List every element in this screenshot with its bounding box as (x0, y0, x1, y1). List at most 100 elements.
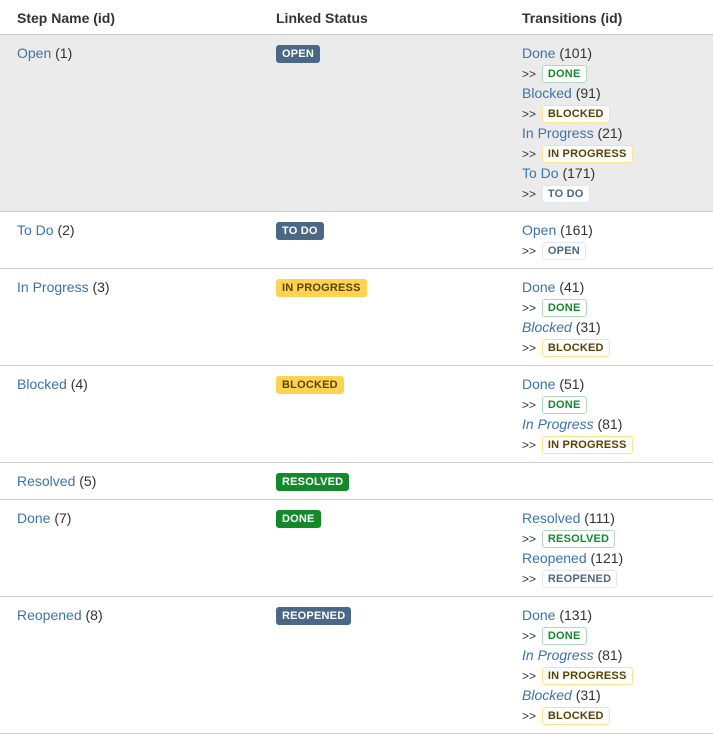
column-header-transitions: Transitions (id) (505, 0, 713, 35)
target-status-lozenge: DONE (541, 627, 587, 645)
table-row: Reopened (8) REOPENED Done (131) >> DONE In … (0, 596, 713, 734)
step-name-link[interactable]: To Do (17, 222, 54, 238)
step-id: (1) (55, 45, 73, 61)
workflow-steps-table: Step Name (id) Linked Status Transitions… (0, 0, 713, 734)
arrow-indicator: >> (522, 187, 537, 201)
transition-item: Done (101) (522, 43, 713, 63)
target-status-lozenge: IN PROGRESS (541, 145, 633, 163)
arrow-indicator: >> (522, 67, 537, 81)
step-id: (3) (92, 279, 110, 295)
transition-item: Reopened (121) (522, 548, 713, 568)
status-lozenge: OPEN (276, 45, 320, 63)
transitions-cell: Done (41) >> DONE Blocked (31) >> BLOCKED (505, 268, 713, 366)
status-lozenge: RESOLVED (276, 473, 350, 491)
transition-link[interactable]: Done (522, 376, 555, 392)
step-id: (4) (70, 376, 88, 392)
step-id: (7) (54, 510, 72, 526)
transition-id: (21) (597, 125, 623, 141)
step-name-cell: Blocked (4) (0, 365, 259, 463)
linked-status-cell: REOPENED (259, 596, 505, 734)
transitions-cell: Done (131) >> DONE In Progress (81) >> IN P… (505, 596, 713, 734)
transition-id: (171) (562, 165, 596, 181)
arrow-indicator: >> (522, 438, 537, 452)
transition-target: >> TO DO (522, 183, 713, 203)
arrow-indicator: >> (522, 341, 537, 355)
transition-target: >> BLOCKED (522, 337, 713, 357)
transitions-cell: Resolved (111) >> RESOLVED Reopened (121) >… (505, 499, 713, 597)
linked-status-cell: RESOLVED (259, 462, 505, 500)
target-status-lozenge: BLOCKED (541, 105, 610, 123)
target-status-lozenge: RESOLVED (541, 530, 616, 548)
transition-link[interactable]: To Do (522, 165, 559, 181)
arrow-indicator: >> (522, 301, 537, 315)
transition-target: >> DONE (522, 394, 713, 414)
table-row: To Do (2) TO DO Open (161) >> OPEN (0, 211, 713, 269)
arrow-indicator: >> (522, 572, 537, 586)
transition-item: In Progress (81) (522, 414, 713, 434)
transition-item: In Progress (81) (522, 645, 713, 665)
transitions-cell: Done (51) >> DONE In Progress (81) >> IN PR… (505, 365, 713, 463)
step-id: (5) (79, 473, 97, 489)
arrow-indicator: >> (522, 107, 537, 121)
transition-target: >> OPEN (522, 240, 713, 260)
step-name-link[interactable]: Open (17, 45, 51, 61)
step-name-link[interactable]: In Progress (17, 279, 89, 295)
transition-link[interactable]: Done (522, 607, 555, 623)
transition-target: >> DONE (522, 63, 713, 83)
table-header-row: Step Name (id) Linked Status Transitions… (0, 0, 713, 35)
step-name-link[interactable]: Blocked (17, 376, 67, 392)
target-status-lozenge: DONE (541, 396, 587, 414)
transition-target: >> REOPENED (522, 568, 713, 588)
column-header-step-name: Step Name (id) (0, 0, 259, 35)
transition-link[interactable]: Resolved (522, 510, 580, 526)
transitions-cell: Done (101) >> DONE Blocked (91) >> BLOCKED I… (505, 34, 713, 212)
step-name-cell: To Do (2) (0, 211, 259, 269)
target-status-lozenge: IN PROGRESS (541, 436, 633, 454)
transition-link[interactable]: Blocked (522, 319, 572, 335)
transition-target: >> IN PROGRESS (522, 665, 713, 685)
transition-item: Done (41) (522, 277, 713, 297)
transition-item: Done (131) (522, 605, 713, 625)
transition-id: (91) (575, 85, 601, 101)
transition-link[interactable]: Done (522, 279, 555, 295)
transition-target: >> IN PROGRESS (522, 143, 713, 163)
step-id: (8) (85, 607, 103, 623)
target-status-lozenge: BLOCKED (541, 339, 610, 357)
step-name-link[interactable]: Done (17, 510, 50, 526)
target-status-lozenge: DONE (541, 65, 587, 83)
arrow-indicator: >> (522, 398, 537, 412)
step-name-link[interactable]: Resolved (17, 473, 75, 489)
transition-item: In Progress (21) (522, 123, 713, 143)
transition-id: (161) (560, 222, 593, 238)
linked-status-cell: IN PROGRESS (259, 268, 505, 366)
transition-id: (51) (559, 376, 585, 392)
step-name-link[interactable]: Reopened (17, 607, 82, 623)
arrow-indicator: >> (522, 629, 537, 643)
table-row: Open (1) OPEN Done (101) >> DONE Blocked (91… (0, 34, 713, 212)
transition-link[interactable]: In Progress (522, 647, 594, 663)
status-lozenge: TO DO (276, 222, 324, 240)
step-name-cell: Resolved (5) (0, 462, 259, 500)
transition-item: Blocked (31) (522, 685, 713, 705)
arrow-indicator: >> (522, 244, 537, 258)
transitions-cell (505, 462, 713, 500)
target-status-lozenge: TO DO (541, 185, 590, 203)
transition-link[interactable]: In Progress (522, 125, 594, 141)
target-status-lozenge: DONE (541, 299, 587, 317)
transition-link[interactable]: Blocked (522, 687, 572, 703)
transition-target: >> BLOCKED (522, 103, 713, 123)
transition-id: (31) (575, 319, 601, 335)
transition-link[interactable]: Reopened (522, 550, 587, 566)
transition-link[interactable]: In Progress (522, 416, 594, 432)
step-name-cell: Reopened (8) (0, 596, 259, 734)
transition-id: (81) (597, 647, 623, 663)
transition-link[interactable]: Open (522, 222, 556, 238)
transition-link[interactable]: Blocked (522, 85, 572, 101)
transition-target: >> DONE (522, 297, 713, 317)
status-lozenge: IN PROGRESS (276, 279, 367, 297)
linked-status-cell: DONE (259, 499, 505, 597)
transition-link[interactable]: Done (522, 45, 555, 61)
transition-item: Blocked (91) (522, 83, 713, 103)
transition-item: Blocked (31) (522, 317, 713, 337)
step-id: (2) (57, 222, 75, 238)
